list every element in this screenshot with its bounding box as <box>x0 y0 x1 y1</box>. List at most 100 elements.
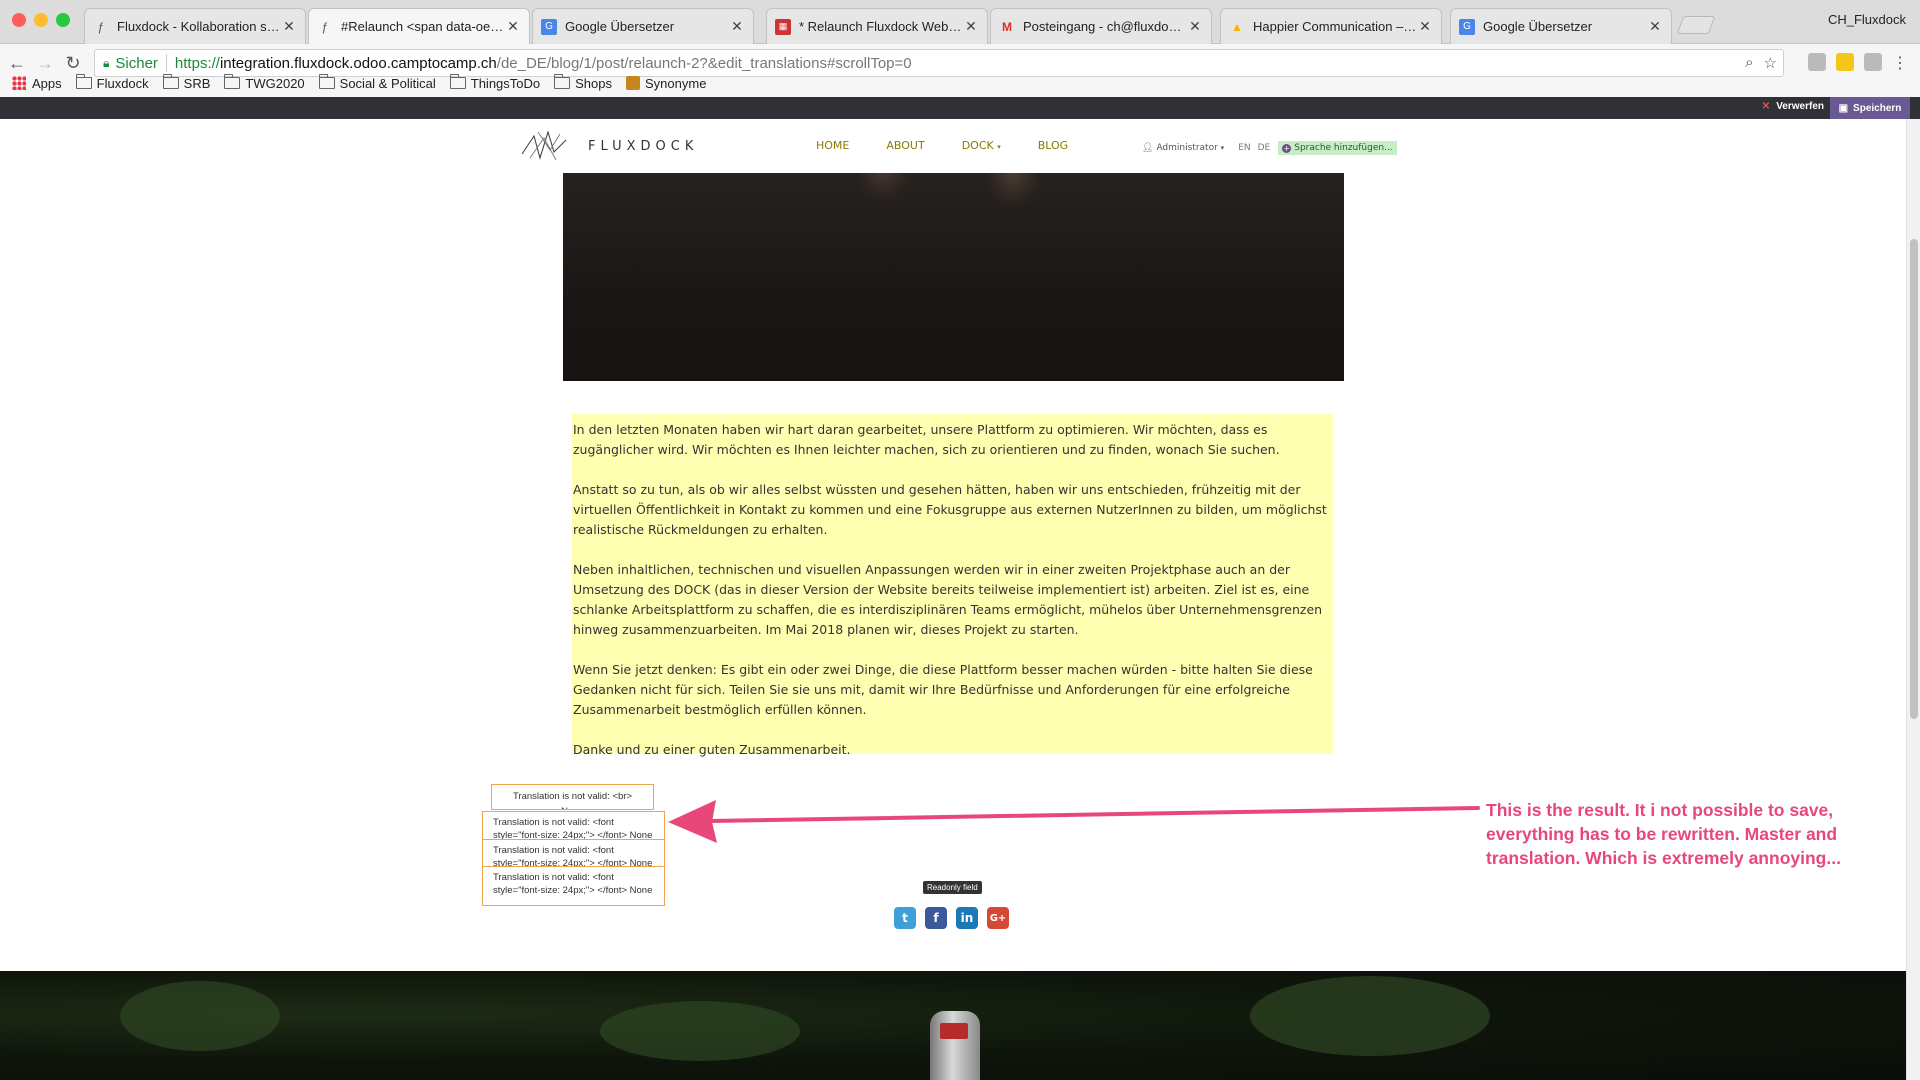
browser-tab[interactable]: G Google Übersetzer ✕ <box>532 8 754 44</box>
share-buttons: t f in G+ <box>894 907 1009 929</box>
footer-image <box>0 971 1906 1080</box>
close-icon[interactable]: ✕ <box>505 18 521 35</box>
close-icon: ✕ <box>1761 101 1771 112</box>
apps-grid-icon <box>12 76 26 90</box>
bookmark-synonyme[interactable]: Synonyme <box>626 76 706 91</box>
logo-text: FLUXDOCK <box>588 138 699 154</box>
user-menu[interactable]: Administrator ▾ <box>1156 143 1224 153</box>
browser-tab[interactable]: M Posteingang - ch@fluxdock.io ✕ <box>990 8 1212 44</box>
discard-button[interactable]: ✕ Verwerfen <box>1762 101 1824 112</box>
add-language-button[interactable]: + Sprache hinzufügen... <box>1278 141 1397 155</box>
browser-tab-bar: ƒ Fluxdock - Kollaboration schaff ✕ ƒ #R… <box>0 0 1920 44</box>
folder-icon <box>75 74 92 89</box>
bookmark-star-icon[interactable]: ☆ <box>1764 54 1777 72</box>
minimize-window-button[interactable] <box>34 13 48 27</box>
browser-menu-icon[interactable]: ⋮ <box>1892 53 1908 73</box>
user-icon: 👤︎ <box>1142 143 1154 153</box>
lock-icon: 🔒︎ <box>103 55 110 70</box>
bookmark-label: SRB <box>183 75 211 91</box>
bookmark-folder[interactable]: Social & Political <box>318 74 436 91</box>
browser-tab[interactable]: ƒ Fluxdock - Kollaboration schaff ✕ <box>84 8 306 44</box>
bookmark-label: Fluxdock <box>96 75 149 91</box>
page-scrollbar[interactable] <box>1906 119 1920 1080</box>
article-paragraph[interactable]: Wenn Sie jetzt denken: Es gibt ein oder … <box>573 660 1333 720</box>
article-paragraph[interactable]: Anstatt so zu tun, als ob wir alles selb… <box>573 480 1333 540</box>
reload-icon[interactable]: ↻ <box>62 52 84 74</box>
lang-en[interactable]: EN <box>1238 143 1250 153</box>
forward-arrow-icon[interactable]: → <box>34 52 56 74</box>
lang-de[interactable]: DE <box>1258 143 1271 153</box>
bookmark-label: TWG2020 <box>245 75 305 91</box>
browser-tab[interactable]: G Google Übersetzer ✕ <box>1450 8 1672 44</box>
bookmark-folder[interactable]: ThingsToDo <box>449 74 541 91</box>
bookmark-folder[interactable]: Shops <box>554 74 612 91</box>
browser-tab-active[interactable]: ƒ #Relaunch <span data-oe-mod ✕ <box>308 8 530 44</box>
foliage-detail <box>600 1001 800 1061</box>
profile-name[interactable]: CH_Fluxdock <box>1828 12 1906 27</box>
doc-icon: ▦ <box>775 18 791 35</box>
twitter-icon[interactable]: t <box>894 907 916 929</box>
extension-icon[interactable] <box>1864 53 1882 71</box>
url-path: /de_DE/blog/1/post/relaunch-2?&edit_tran… <box>496 54 912 72</box>
translation-text-block[interactable]: In den letzten Monaten haben wir hart da… <box>572 414 1333 757</box>
browser-tab[interactable]: ▦ * Relaunch Fluxdock Website | ✕ <box>766 8 988 44</box>
folder-icon <box>449 74 466 89</box>
nav-dock[interactable]: DOCK ▾ <box>962 139 1001 152</box>
bookmark-folder[interactable]: TWG2020 <box>224 74 305 91</box>
annotation-note: This is the result. It i not possible to… <box>1486 800 1841 868</box>
caret-down-icon: ▾ <box>1220 144 1225 152</box>
error-tooltip: Translation is not valid: <br> None <box>491 784 654 810</box>
maximize-window-button[interactable] <box>56 13 70 27</box>
tab-title: Google Übersetzer <box>1483 19 1593 34</box>
article-paragraph[interactable]: Neben inhaltlichen, technischen und visu… <box>573 560 1333 640</box>
new-tab-button[interactable] <box>1676 16 1716 34</box>
save-button[interactable]: ▣ Speichern <box>1830 97 1910 119</box>
bookmark-folder[interactable]: Fluxdock <box>75 74 149 91</box>
close-icon[interactable]: ✕ <box>963 18 979 35</box>
site-nav: HOME ABOUT DOCK ▾ BLOG <box>816 139 1068 152</box>
bookmark-label: Social & Political <box>339 75 436 91</box>
article-paragraph[interactable]: In den letzten Monaten haben wir hart da… <box>573 420 1333 460</box>
close-icon[interactable]: ✕ <box>1417 18 1433 35</box>
search-icon[interactable]: ⌕ <box>1745 54 1753 72</box>
tab-title: * Relaunch Fluxdock Website | <box>799 19 963 34</box>
bookmark-label: ThingsToDo <box>470 75 541 91</box>
plus-icon: + <box>1282 143 1292 153</box>
folder-icon <box>224 74 241 89</box>
browser-tab[interactable]: ▲ Happier Communication – Goo ✕ <box>1220 8 1442 44</box>
nav-blog[interactable]: BLOG <box>1038 139 1068 152</box>
bookmark-apps[interactable]: Apps <box>12 76 62 91</box>
google-plus-icon[interactable]: G+ <box>987 907 1009 929</box>
close-icon[interactable]: ✕ <box>1187 18 1203 35</box>
site-header: FLUXDOCK HOME ABOUT DOCK ▾ BLOG 👤︎ Admin… <box>0 119 1906 173</box>
close-icon[interactable]: ✕ <box>1647 18 1663 35</box>
fluxdock-logo-icon <box>521 130 567 161</box>
facebook-icon[interactable]: f <box>925 907 947 929</box>
close-icon[interactable]: ✕ <box>729 18 745 35</box>
nav-about[interactable]: ABOUT <box>886 139 924 152</box>
fluxdock-icon: ƒ <box>97 19 105 34</box>
article-paragraph[interactable]: Danke und zu einer guten Zusammenarbeit. <box>573 740 1333 760</box>
url-scheme: https:// <box>174 54 220 72</box>
extension-icon[interactable] <box>1808 53 1826 71</box>
gmail-icon: M <box>1002 19 1012 34</box>
site-logo[interactable]: FLUXDOCK <box>520 128 698 164</box>
close-icon[interactable]: ✕ <box>281 18 297 35</box>
bottle-detail <box>930 1011 980 1080</box>
close-window-button[interactable] <box>12 13 26 27</box>
back-arrow-icon[interactable]: ← <box>6 52 28 74</box>
tab-title: Posteingang - ch@fluxdock.io <box>1023 19 1187 34</box>
drive-icon: ▲ <box>1231 19 1243 34</box>
bookmark-label: Apps <box>32 75 62 91</box>
foliage-detail <box>120 981 280 1051</box>
scrollbar-thumb[interactable] <box>1910 239 1918 719</box>
floppy-icon: ▣ <box>1838 102 1849 114</box>
bookmark-folder[interactable]: SRB <box>162 74 211 91</box>
extension-icon[interactable] <box>1836 53 1854 71</box>
web-page: FLUXDOCK HOME ABOUT DOCK ▾ BLOG 👤︎ Admin… <box>0 119 1906 1080</box>
fluxdock-icon: ƒ <box>321 19 329 34</box>
tab-title: Happier Communication – Goo <box>1253 19 1417 34</box>
linkedin-icon[interactable]: in <box>956 907 978 929</box>
nav-home[interactable]: HOME <box>816 139 849 152</box>
folder-icon <box>162 74 179 89</box>
